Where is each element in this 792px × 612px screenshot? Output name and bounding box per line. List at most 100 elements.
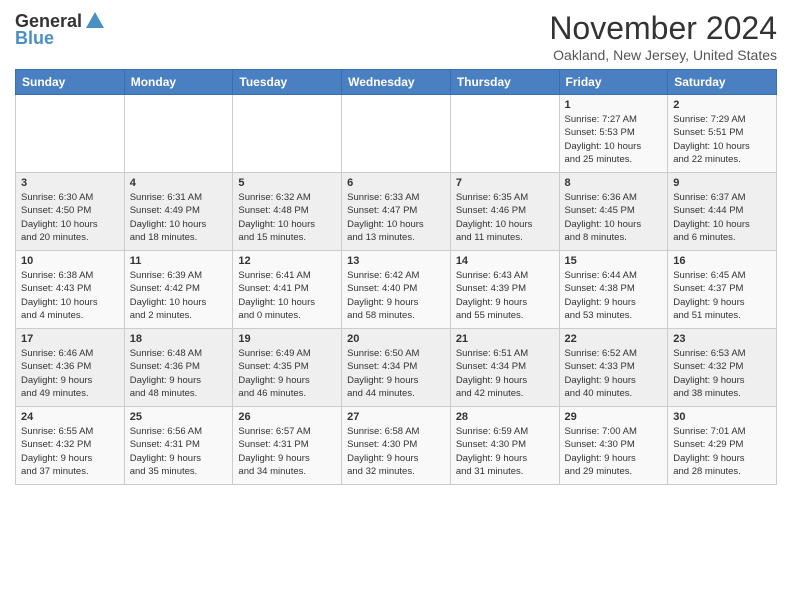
day-info: Sunrise: 6:57 AM Sunset: 4:31 PM Dayligh… <box>238 425 336 478</box>
day-number: 10 <box>21 255 119 267</box>
day-info: Sunrise: 6:56 AM Sunset: 4:31 PM Dayligh… <box>130 425 228 478</box>
day-cell: 18 Sunrise: 6:48 AM Sunset: 4:36 PM Dayli… <box>124 329 233 407</box>
location: Oakland, New Jersey, United States <box>549 47 777 63</box>
day-info: Sunrise: 6:53 AM Sunset: 4:32 PM Dayligh… <box>673 347 771 400</box>
day-cell: 23 Sunrise: 6:53 AM Sunset: 4:32 PM Dayli… <box>668 329 777 407</box>
day-info: Sunrise: 7:27 AM Sunset: 5:53 PM Dayligh… <box>565 113 663 166</box>
day-number: 20 <box>347 333 445 345</box>
day-cell: 29Sunrise: 7:00 AM Sunset: 4:30 PM Dayli… <box>559 407 668 485</box>
day-cell: 16 Sunrise: 6:45 AM Sunset: 4:37 PM Dayli… <box>668 251 777 329</box>
col-header-saturday: Saturday <box>668 70 777 95</box>
day-number: 4 <box>130 177 228 189</box>
day-number: 1 <box>565 99 663 111</box>
day-info: Sunrise: 6:35 AM Sunset: 4:46 PM Dayligh… <box>456 191 554 244</box>
day-number: 9 <box>673 177 771 189</box>
day-cell <box>16 95 125 173</box>
day-info: Sunrise: 6:37 AM Sunset: 4:44 PM Dayligh… <box>673 191 771 244</box>
day-info: Sunrise: 6:36 AM Sunset: 4:45 PM Dayligh… <box>565 191 663 244</box>
day-cell: 14Sunrise: 6:43 AM Sunset: 4:39 PM Dayli… <box>450 251 559 329</box>
day-cell: 28 Sunrise: 6:59 AM Sunset: 4:30 PM Dayli… <box>450 407 559 485</box>
day-number: 18 <box>130 333 228 345</box>
day-info: Sunrise: 6:59 AM Sunset: 4:30 PM Dayligh… <box>456 425 554 478</box>
day-info: Sunrise: 6:58 AM Sunset: 4:30 PM Dayligh… <box>347 425 445 478</box>
day-number: 17 <box>21 333 119 345</box>
day-info: Sunrise: 6:33 AM Sunset: 4:47 PM Dayligh… <box>347 191 445 244</box>
day-number: 6 <box>347 177 445 189</box>
day-info: Sunrise: 6:55 AM Sunset: 4:32 PM Dayligh… <box>21 425 119 478</box>
day-info: Sunrise: 7:01 AM Sunset: 4:29 PM Dayligh… <box>673 425 771 478</box>
day-info: Sunrise: 6:31 AM Sunset: 4:49 PM Dayligh… <box>130 191 228 244</box>
day-number: 7 <box>456 177 554 189</box>
week-row-2: 3 Sunrise: 6:30 AM Sunset: 4:50 PM Daylig… <box>16 173 777 251</box>
day-number: 5 <box>238 177 336 189</box>
day-cell <box>233 95 342 173</box>
day-info: Sunrise: 6:49 AM Sunset: 4:35 PM Dayligh… <box>238 347 336 400</box>
logo-icon <box>84 10 106 32</box>
day-number: 25 <box>130 411 228 423</box>
day-cell: 10Sunrise: 6:38 AM Sunset: 4:43 PM Dayli… <box>16 251 125 329</box>
day-info: Sunrise: 6:30 AM Sunset: 4:50 PM Dayligh… <box>21 191 119 244</box>
day-cell: 13 Sunrise: 6:42 AM Sunset: 4:40 PM Dayli… <box>342 251 451 329</box>
day-cell: 8 Sunrise: 6:36 AM Sunset: 4:45 PM Daylig… <box>559 173 668 251</box>
day-cell: 20 Sunrise: 6:50 AM Sunset: 4:34 PM Dayli… <box>342 329 451 407</box>
day-number: 28 <box>456 411 554 423</box>
header-row: SundayMondayTuesdayWednesdayThursdayFrid… <box>16 70 777 95</box>
day-number: 23 <box>673 333 771 345</box>
day-number: 13 <box>347 255 445 267</box>
day-info: Sunrise: 6:42 AM Sunset: 4:40 PM Dayligh… <box>347 269 445 322</box>
day-info: Sunrise: 6:52 AM Sunset: 4:33 PM Dayligh… <box>565 347 663 400</box>
page: General Blue November 2024 Oakland, New … <box>0 0 792 495</box>
day-info: Sunrise: 6:44 AM Sunset: 4:38 PM Dayligh… <box>565 269 663 322</box>
day-cell: 21 Sunrise: 6:51 AM Sunset: 4:34 PM Dayli… <box>450 329 559 407</box>
day-cell: 30 Sunrise: 7:01 AM Sunset: 4:29 PM Dayli… <box>668 407 777 485</box>
day-info: Sunrise: 6:48 AM Sunset: 4:36 PM Dayligh… <box>130 347 228 400</box>
day-cell: 4 Sunrise: 6:31 AM Sunset: 4:49 PM Daylig… <box>124 173 233 251</box>
col-header-tuesday: Tuesday <box>233 70 342 95</box>
week-row-3: 10Sunrise: 6:38 AM Sunset: 4:43 PM Dayli… <box>16 251 777 329</box>
day-cell: 25 Sunrise: 6:56 AM Sunset: 4:31 PM Dayli… <box>124 407 233 485</box>
calendar-table: SundayMondayTuesdayWednesdayThursdayFrid… <box>15 69 777 485</box>
day-cell: 2Sunrise: 7:29 AM Sunset: 5:51 PM Daylig… <box>668 95 777 173</box>
day-number: 27 <box>347 411 445 423</box>
day-info: Sunrise: 6:39 AM Sunset: 4:42 PM Dayligh… <box>130 269 228 322</box>
day-cell: 6 Sunrise: 6:33 AM Sunset: 4:47 PM Daylig… <box>342 173 451 251</box>
logo: General Blue <box>15 10 106 49</box>
col-header-thursday: Thursday <box>450 70 559 95</box>
week-row-5: 24Sunrise: 6:55 AM Sunset: 4:32 PM Dayli… <box>16 407 777 485</box>
day-cell: 24Sunrise: 6:55 AM Sunset: 4:32 PM Dayli… <box>16 407 125 485</box>
week-row-1: 1 Sunrise: 7:27 AM Sunset: 5:53 PM Daylig… <box>16 95 777 173</box>
day-info: Sunrise: 6:46 AM Sunset: 4:36 PM Dayligh… <box>21 347 119 400</box>
day-number: 14 <box>456 255 554 267</box>
day-info: Sunrise: 6:50 AM Sunset: 4:34 PM Dayligh… <box>347 347 445 400</box>
day-cell: 27 Sunrise: 6:58 AM Sunset: 4:30 PM Dayli… <box>342 407 451 485</box>
day-cell: 26 Sunrise: 6:57 AM Sunset: 4:31 PM Dayli… <box>233 407 342 485</box>
day-cell: 22 Sunrise: 6:52 AM Sunset: 4:33 PM Dayli… <box>559 329 668 407</box>
day-cell <box>450 95 559 173</box>
col-header-sunday: Sunday <box>16 70 125 95</box>
day-cell: 5 Sunrise: 6:32 AM Sunset: 4:48 PM Daylig… <box>233 173 342 251</box>
day-cell: 12Sunrise: 6:41 AM Sunset: 4:41 PM Dayli… <box>233 251 342 329</box>
day-cell <box>342 95 451 173</box>
day-number: 12 <box>238 255 336 267</box>
day-number: 8 <box>565 177 663 189</box>
day-number: 3 <box>21 177 119 189</box>
day-cell: 3 Sunrise: 6:30 AM Sunset: 4:50 PM Daylig… <box>16 173 125 251</box>
day-number: 19 <box>238 333 336 345</box>
day-info: Sunrise: 6:45 AM Sunset: 4:37 PM Dayligh… <box>673 269 771 322</box>
day-number: 21 <box>456 333 554 345</box>
day-cell: 1 Sunrise: 7:27 AM Sunset: 5:53 PM Daylig… <box>559 95 668 173</box>
day-cell: 9 Sunrise: 6:37 AM Sunset: 4:44 PM Daylig… <box>668 173 777 251</box>
day-number: 16 <box>673 255 771 267</box>
day-number: 2 <box>673 99 771 111</box>
day-number: 11 <box>130 255 228 267</box>
day-number: 30 <box>673 411 771 423</box>
month-title: November 2024 <box>549 10 777 47</box>
day-info: Sunrise: 6:32 AM Sunset: 4:48 PM Dayligh… <box>238 191 336 244</box>
day-cell: 7 Sunrise: 6:35 AM Sunset: 4:46 PM Daylig… <box>450 173 559 251</box>
day-cell: 11 Sunrise: 6:39 AM Sunset: 4:42 PM Dayli… <box>124 251 233 329</box>
day-cell: 19 Sunrise: 6:49 AM Sunset: 4:35 PM Dayli… <box>233 329 342 407</box>
day-number: 22 <box>565 333 663 345</box>
day-info: Sunrise: 6:51 AM Sunset: 4:34 PM Dayligh… <box>456 347 554 400</box>
day-cell: 15Sunrise: 6:44 AM Sunset: 4:38 PM Dayli… <box>559 251 668 329</box>
day-number: 26 <box>238 411 336 423</box>
